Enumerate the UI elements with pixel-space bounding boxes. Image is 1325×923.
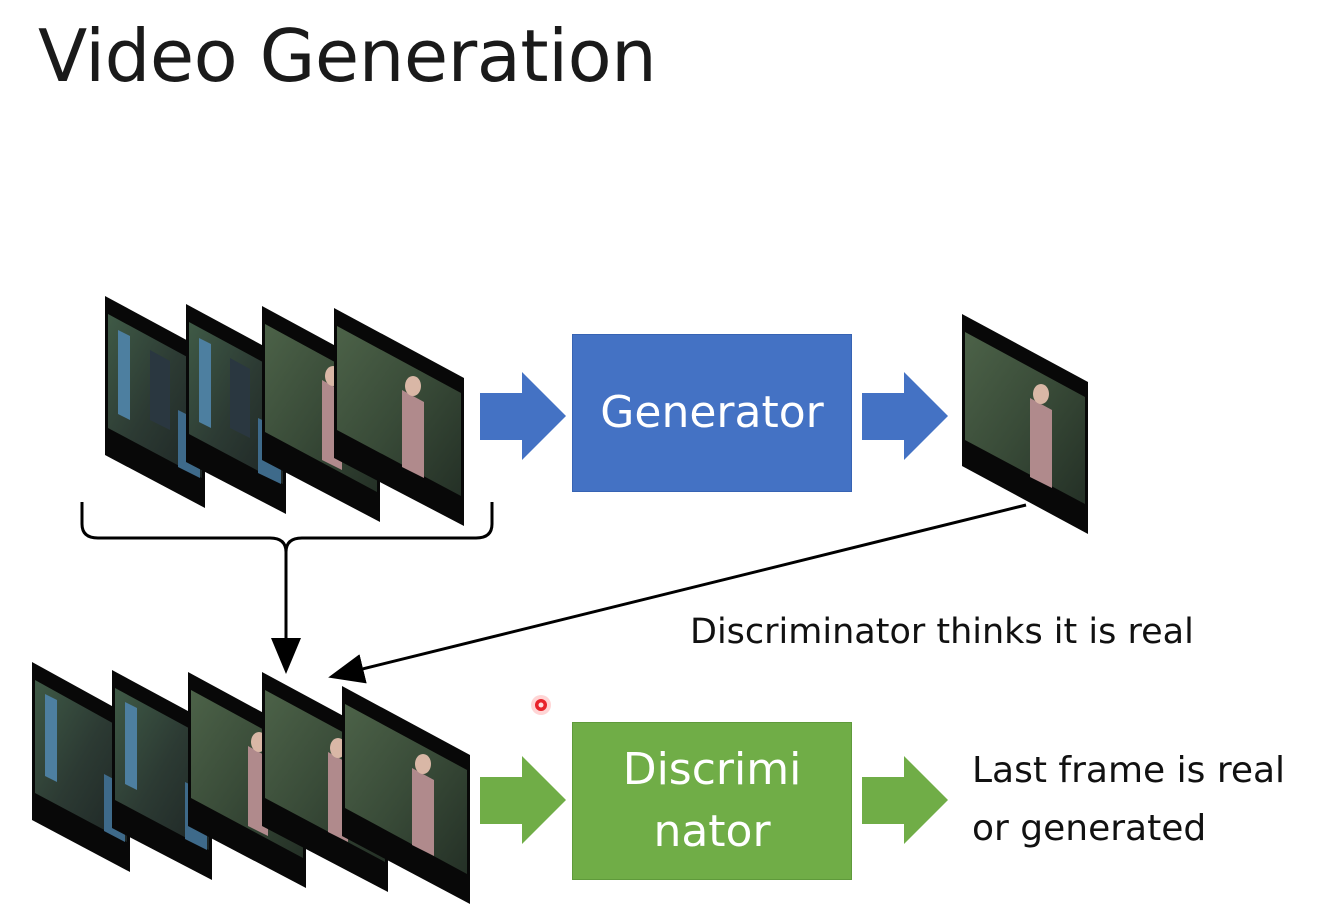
curly-brace-icon xyxy=(80,502,494,553)
discriminator-label-line1: Discrimi xyxy=(622,744,802,796)
discriminator-output-label: Last frame is real or generated xyxy=(972,742,1285,858)
laser-pointer-icon xyxy=(531,695,551,715)
block-arrow-icon xyxy=(862,756,948,844)
discriminator-label-line2: nator xyxy=(653,806,771,857)
discriminator-frames-stack xyxy=(32,662,470,904)
discriminator-thinks-label: Discriminator thinks it is real xyxy=(690,612,1194,652)
output-line-1: Last frame is real xyxy=(972,750,1286,791)
output-line-2: or generated xyxy=(972,808,1207,849)
block-arrow-icon xyxy=(480,756,566,844)
generator-box: Generator xyxy=(572,334,852,492)
discriminator-box: Discrimi nator xyxy=(572,722,852,880)
input-frames-stack xyxy=(105,296,464,526)
slide: Video Generation Generator Discrimi nato… xyxy=(0,0,1325,923)
video-frame-icon xyxy=(962,314,1088,534)
block-arrow-icon xyxy=(480,372,566,460)
block-arrow-icon xyxy=(862,372,948,460)
generator-label: Generator xyxy=(600,387,824,439)
